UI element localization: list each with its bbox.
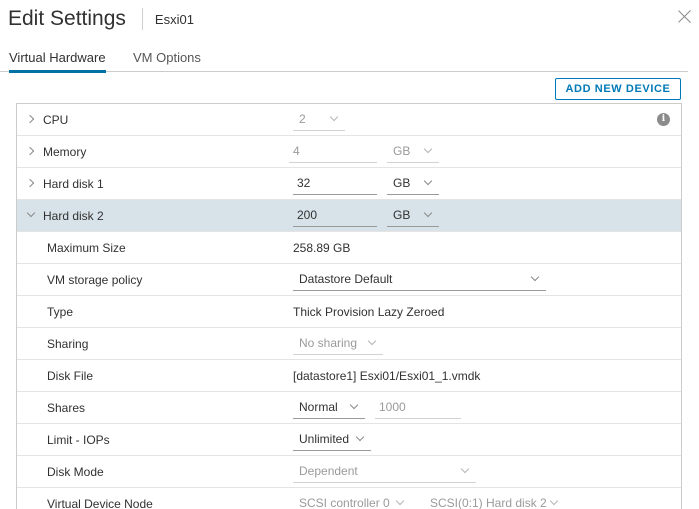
close-icon[interactable] bbox=[677, 8, 693, 24]
hard-disk-1-unit: GB bbox=[393, 176, 411, 190]
device-node-row: Virtual Device Node SCSI controller 0 SC… bbox=[17, 488, 681, 509]
disk-file-value: [datastore1] Esxi01/Esxi01_1.vmdk bbox=[293, 369, 481, 383]
storage-policy-value: Datastore Default bbox=[299, 272, 393, 286]
storage-policy-label: VM storage policy bbox=[47, 273, 143, 287]
disk-file-row: Disk File [datastore1] Esxi01/Esxi01_1.v… bbox=[17, 360, 681, 392]
limit-iops-label: Limit - IOPs bbox=[47, 433, 110, 447]
shares-amount-input[interactable]: 1000 bbox=[375, 397, 461, 419]
memory-row[interactable]: Memory 4 GB bbox=[17, 136, 681, 168]
device-slot-value: SCSI(0:1) Hard disk 2 bbox=[430, 496, 547, 509]
chevron-right-icon[interactable] bbox=[25, 114, 35, 124]
memory-unit-select[interactable]: GB bbox=[387, 141, 439, 163]
chevron-down-icon bbox=[329, 112, 339, 122]
info-icon[interactable]: i bbox=[657, 113, 670, 126]
chevron-down-icon bbox=[530, 272, 540, 282]
shares-label: Shares bbox=[47, 401, 86, 415]
type-row: Type Thick Provision Lazy Zeroed bbox=[17, 296, 681, 328]
chevron-down-icon bbox=[349, 400, 359, 410]
title-divider bbox=[141, 8, 143, 30]
tab-bar: Virtual Hardware VM Options bbox=[0, 44, 688, 73]
disk-mode-select[interactable]: Dependent bbox=[293, 461, 476, 483]
device-node-label: Virtual Device Node bbox=[47, 497, 153, 509]
hard-disk-1-size-input[interactable]: 32 bbox=[293, 173, 377, 195]
tab-virtual-hardware[interactable]: Virtual Hardware bbox=[9, 50, 106, 73]
vm-name: Esxi01 bbox=[154, 11, 194, 27]
chevron-down-icon bbox=[367, 336, 377, 346]
sharing-select[interactable]: No sharing bbox=[293, 333, 383, 355]
limit-iops-select[interactable]: Unlimited bbox=[293, 429, 371, 451]
hard-disk-2-unit: GB bbox=[393, 208, 411, 222]
chevron-right-icon[interactable] bbox=[25, 146, 35, 156]
type-label: Type bbox=[47, 305, 74, 319]
maximum-size-label: Maximum Size bbox=[47, 241, 126, 255]
sharing-label: Sharing bbox=[47, 337, 89, 351]
device-slot-select[interactable]: SCSI(0:1) Hard disk 2 bbox=[424, 493, 565, 509]
hard-disk-2-unit-select[interactable]: GB bbox=[387, 205, 439, 227]
type-value: Thick Provision Lazy Zeroed bbox=[293, 305, 445, 319]
chevron-down-icon[interactable] bbox=[26, 208, 36, 218]
hard-disk-2-size-input[interactable]: 200 bbox=[293, 205, 377, 227]
hardware-grid: CPU 2 i Memory 4 GB Hard disk 1 32 GB Ha… bbox=[16, 103, 682, 509]
hard-disk-2-label: Hard disk 2 bbox=[43, 209, 104, 223]
chevron-down-icon bbox=[423, 208, 433, 218]
storage-policy-row: VM storage policy Datastore Default bbox=[17, 264, 681, 296]
chevron-down-icon bbox=[395, 496, 405, 506]
chevron-down-icon bbox=[460, 464, 470, 474]
disk-mode-value: Dependent bbox=[299, 464, 358, 478]
sharing-row: Sharing No sharing bbox=[17, 328, 681, 360]
hard-disk-1-unit-select[interactable]: GB bbox=[387, 173, 439, 195]
limit-iops-row: Limit - IOPs Unlimited bbox=[17, 424, 681, 456]
disk-mode-row: Disk Mode Dependent bbox=[17, 456, 681, 488]
hard-disk-2-row[interactable]: Hard disk 2 200 GB bbox=[17, 200, 681, 232]
cpu-value: 2 bbox=[299, 112, 306, 126]
chevron-down-icon bbox=[549, 496, 559, 506]
shares-value: Normal bbox=[299, 400, 338, 414]
controller-select[interactable]: SCSI controller 0 bbox=[293, 493, 411, 509]
cpu-select[interactable]: 2 bbox=[293, 109, 345, 131]
chevron-down-icon bbox=[423, 176, 433, 186]
cpu-row[interactable]: CPU 2 i bbox=[17, 104, 681, 136]
memory-unit: GB bbox=[393, 144, 411, 158]
hard-disk-1-label: Hard disk 1 bbox=[43, 177, 104, 191]
hard-disk-1-row[interactable]: Hard disk 1 32 GB bbox=[17, 168, 681, 200]
dialog-title: Edit Settings bbox=[8, 7, 126, 30]
tab-vm-options[interactable]: VM Options bbox=[133, 50, 201, 65]
chevron-down-icon bbox=[355, 432, 365, 442]
memory-label: Memory bbox=[43, 145, 87, 159]
maximum-size-value: 258.89 GB bbox=[293, 241, 351, 255]
limit-iops-value: Unlimited bbox=[299, 432, 350, 446]
dialog-header: Edit Settings Esxi01 bbox=[8, 4, 194, 34]
chevron-down-icon bbox=[423, 144, 433, 154]
controller-value: SCSI controller 0 bbox=[299, 496, 390, 509]
add-new-device-button[interactable]: ADD NEW DEVICE bbox=[555, 78, 681, 100]
shares-select[interactable]: Normal bbox=[293, 397, 365, 419]
disk-mode-label: Disk Mode bbox=[47, 465, 104, 479]
shares-row: Shares Normal 1000 bbox=[17, 392, 681, 424]
memory-input[interactable]: 4 bbox=[289, 141, 377, 163]
cpu-label: CPU bbox=[43, 113, 69, 127]
maximum-size-row: Maximum Size 258.89 GB bbox=[17, 232, 681, 264]
sharing-value: No sharing bbox=[299, 336, 358, 350]
disk-file-label: Disk File bbox=[47, 369, 94, 383]
storage-policy-select[interactable]: Datastore Default bbox=[293, 269, 546, 291]
chevron-right-icon[interactable] bbox=[25, 178, 35, 188]
